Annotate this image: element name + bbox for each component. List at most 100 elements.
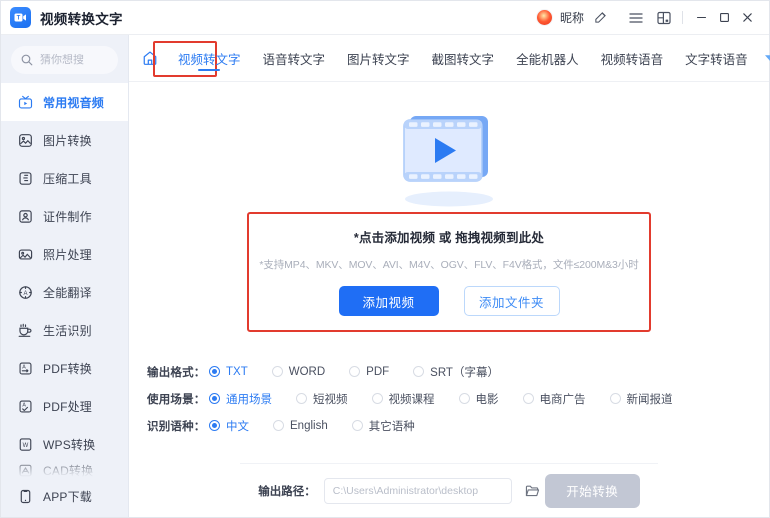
tab-2[interactable]: 图片转文字 [336,38,421,78]
tab-label: 语音转文字 [262,52,326,67]
translate-icon: A [17,284,34,301]
title-bar: T 视频转换文字 昵称 [1,1,769,35]
svg-text:T: T [17,15,21,21]
tab-label: 图片转文字 [347,52,410,67]
radio-label: 其它语种 [368,420,415,433]
folder-open-icon[interactable] [521,479,545,503]
sidebar-item-label: PDF转换 [43,361,93,376]
add-video-button[interactable]: 添加视频 [338,286,439,316]
footer-bar: 输出路径： 开始转换 [240,463,658,517]
main-panel: 视频转文字 语音转文字 图片转文字 截图转文字 全能机器人 视频转语音 文字转语音 [129,35,770,517]
radio-language-0[interactable]: 中文 [209,418,249,434]
tab-4[interactable]: 全能机器人 [505,38,590,78]
option-label-format: 输出格式： [147,366,206,379]
hamburger-menu-icon[interactable] [625,7,647,29]
radio-scene-4[interactable]: 电商广告 [522,391,586,407]
sidebar-item-3[interactable]: 证件制作 [1,197,128,235]
start-convert-button[interactable]: 开始转换 [544,473,640,508]
radio-label: 视频课程 [388,393,435,406]
sidebar-item-label: 全能翻译 [43,285,92,300]
radio-scene-3[interactable]: 电影 [458,391,499,407]
search-input[interactable] [40,54,108,66]
edit-profile-icon[interactable] [589,7,611,29]
radio-dot [458,393,470,404]
radio-format-0[interactable]: TXT [209,366,248,378]
radio-dot [522,393,534,404]
sidebar-item-label: WPS转换 [43,437,96,452]
svg-text:A: A [22,364,26,370]
search-icon [21,54,33,66]
dropzone-title: *点击添加视频 或 拖拽视频到此处 [353,231,545,245]
svg-text:A: A [23,290,27,296]
radio-scene-1[interactable]: 短视频 [296,391,348,407]
output-path-input[interactable] [323,477,512,504]
cad-convert-icon [17,463,34,477]
tab-label: 全能机器人 [516,52,579,67]
sidebar-item-10[interactable]: CAD转换 [1,463,128,477]
radio-dot [371,393,383,404]
radio-scene-2[interactable]: 视频课程 [371,391,435,407]
sidebar-item-label: 照片处理 [43,247,92,262]
dropzone-subtitle: *支持MP4、MKV、MOV、AVI、M4V、OGV、FLV、F4V格式，文件≤… [259,259,639,271]
maximize-icon[interactable] [713,7,736,29]
radio-format-3[interactable]: SRT（字幕） [413,364,499,380]
radio-dot [209,366,220,377]
sidebar-item-0[interactable]: 常用视音频 [1,83,128,121]
sidebar-item-5[interactable]: A 全能翻译 [1,273,128,311]
sidebar-item-11[interactable]: APP下载 [1,477,128,515]
tab-1[interactable]: 语音转文字 [252,38,337,78]
sidebar-item-8[interactable]: A PDF处理 [1,387,128,425]
radio-label: 电影 [475,393,499,406]
option-label-scene: 使用场景： [147,393,206,406]
window-title: 视频转换文字 [40,11,123,27]
screenshot-icon[interactable] [653,7,675,29]
close-icon[interactable] [736,7,759,29]
radio-dot [209,420,220,431]
sidebar-nav-list: 常用视音频 图片转换 压缩工具 证件制作 照片处理 A 全能翻译 生活识别 A PDF转换 A PDF… [1,83,128,517]
sidebar-item-7[interactable]: A PDF转换 [1,349,128,387]
sidebar-item-label: 生活识别 [43,323,92,338]
tab-3[interactable]: 截图转文字 [421,38,506,78]
radio-dot [351,420,363,431]
video-dropzone[interactable]: *点击添加视频 或 拖拽视频到此处 *支持MP4、MKV、MOV、AVI、M4V… [247,212,651,332]
radio-label: TXT [226,365,248,378]
app-logo-icon: T [10,7,31,28]
sidebar-item-6[interactable]: 生活识别 [1,311,128,349]
home-icon[interactable] [137,45,163,71]
add-folder-button[interactable]: 添加文件夹 [463,286,560,316]
sidebar-item-9[interactable]: W WPS转换 [1,425,128,463]
sidebar-item-12[interactable]: 我的作品 [1,515,128,517]
sidebar-search-wrapper [1,35,128,83]
sidebar-item-4[interactable]: 照片处理 [1,235,128,273]
radio-dot [273,420,284,431]
radio-format-1[interactable]: WORD [271,366,325,378]
tab-6[interactable]: 文字转语音 [674,38,759,78]
image-convert-icon [17,132,34,149]
tab-0[interactable]: 视频转文字 [167,38,252,78]
radio-dot [296,393,307,404]
conversion-options: 输出格式： TXT WORD PDF SRT（字幕） 使用场景： 通用场景 短视频 视频课程 电影… [129,358,769,439]
search-box[interactable] [11,46,118,74]
sidebar-item-label: APP下载 [43,489,93,504]
sidebar-item-2[interactable]: 压缩工具 [1,159,128,197]
radio-dot [609,393,621,404]
nickname-label[interactable]: 昵称 [560,9,584,26]
chevron-down-icon[interactable] [759,46,770,70]
tab-label: 视频转文字 [178,52,241,67]
wps-convert-icon: W [17,436,34,453]
radio-scene-5[interactable]: 新闻报道 [609,391,673,407]
active-tab-underline [198,68,221,71]
radio-scene-0[interactable]: 通用场景 [209,391,272,407]
radio-label: SRT（字幕） [430,366,499,379]
photo-edit-icon [17,246,34,263]
radio-language-1[interactable]: English [273,420,328,432]
radio-language-2[interactable]: 其它语种 [351,418,415,434]
avatar[interactable] [535,9,553,26]
tab-5[interactable]: 视频转语音 [590,38,675,78]
radio-label: PDF [366,365,390,378]
radio-format-2[interactable]: PDF [349,366,389,378]
life-scan-icon [17,322,34,339]
titlebar-divider [682,11,683,24]
sidebar-item-1[interactable]: 图片转换 [1,121,128,159]
minimize-icon[interactable] [690,7,713,29]
